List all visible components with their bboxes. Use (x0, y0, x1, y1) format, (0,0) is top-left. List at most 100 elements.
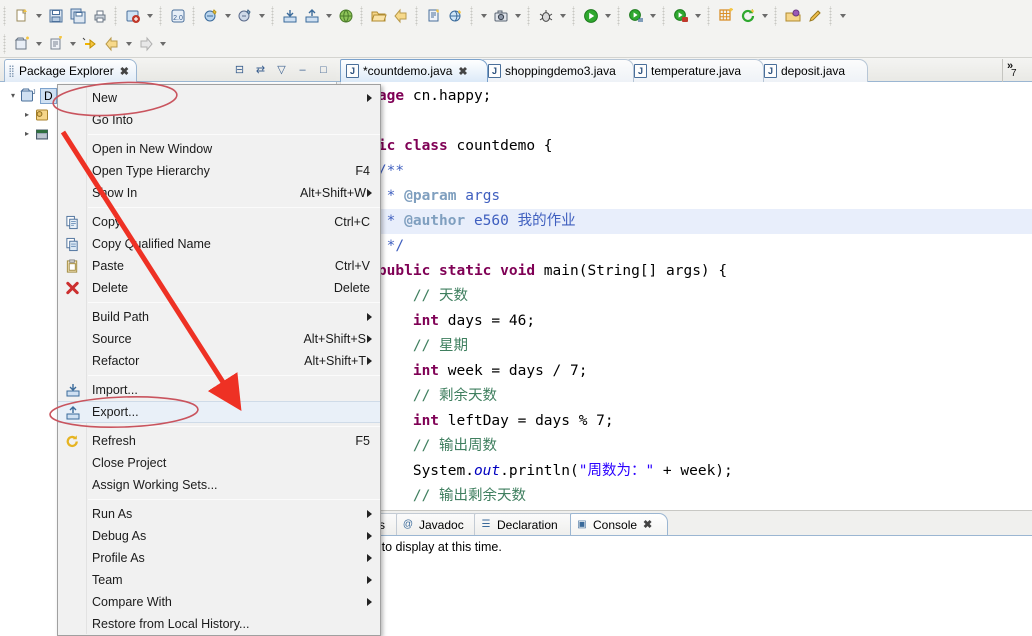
menu-item-delete[interactable]: DeleteDelete (58, 277, 380, 299)
menu-item-import[interactable]: Import... (58, 379, 380, 401)
new-report-button[interactable] (423, 5, 445, 27)
web-preview-dropdown[interactable] (478, 5, 490, 27)
menu-item-profile-as[interactable]: Profile As (58, 547, 380, 569)
new-ejb-button[interactable] (715, 5, 737, 27)
search-button[interactable] (804, 5, 826, 27)
bottom-tab-1[interactable]: @Javadoc (396, 513, 482, 535)
menu-item-copy-qualified-name[interactable]: Copy Qualified Name (58, 233, 380, 255)
code-line-11: int week = days / 7; (343, 359, 1032, 384)
back-dropdown[interactable] (123, 33, 135, 55)
editor-tab-1[interactable]: Jshoppingdemo3.java (482, 59, 634, 82)
minimize-icon[interactable]: – (294, 61, 311, 78)
close-icon[interactable]: ✖ (120, 65, 128, 78)
external-tools-dropdown[interactable] (67, 33, 79, 55)
menu-item-assign-working-sets[interactable]: Assign Working Sets... (58, 474, 380, 496)
view-menu-icon[interactable]: ▽ (273, 61, 290, 78)
debug-dropdown[interactable] (557, 5, 569, 27)
snapshot-dropdown[interactable] (512, 5, 524, 27)
menu-item-source[interactable]: SourceAlt+Shift+S (58, 328, 380, 350)
back-button[interactable] (101, 33, 123, 55)
close-icon[interactable]: ✖ (643, 518, 651, 531)
coverage-dropdown[interactable] (692, 5, 704, 27)
export-dropdown[interactable] (323, 5, 335, 27)
toolbar-drag-grip[interactable] (2, 6, 8, 26)
menu-item-show-in[interactable]: Show InAlt+Shift+W (58, 182, 380, 204)
new-interface-button[interactable] (234, 5, 256, 27)
code-line-15: System.out.println("周数为：" + week); (343, 459, 1032, 484)
menu-item-open-type-hierarchy[interactable]: Open Type HierarchyF4 (58, 160, 380, 182)
forward-button[interactable] (135, 33, 157, 55)
package-explorer-tab[interactable]: Package Explorer ✖ (4, 59, 137, 82)
new-class-dropdown[interactable] (222, 5, 234, 27)
run-history-dropdown[interactable] (647, 5, 659, 27)
menu-item-go-into[interactable]: Go Into (58, 109, 380, 131)
close-icon[interactable]: ✖ (458, 65, 466, 78)
editor-tab-3[interactable]: Jdeposit.java (758, 59, 868, 82)
coverage-button[interactable] (670, 5, 692, 27)
editor-tab-2[interactable]: Jtemperature.java (628, 59, 764, 82)
new-java-project-button[interactable] (11, 33, 33, 55)
import-button[interactable] (279, 5, 301, 27)
debug-button[interactable] (535, 5, 557, 27)
menu-item-build-path[interactable]: Build Path (58, 306, 380, 328)
refresh-server-dropdown[interactable] (759, 5, 771, 27)
menu-item-open-in-new-window[interactable]: Open in New Window (58, 138, 380, 160)
save-button[interactable] (45, 5, 67, 27)
new-wizard-button[interactable] (11, 5, 33, 27)
next-annotation-button[interactable] (79, 33, 101, 55)
open-perspective-button[interactable] (782, 5, 804, 27)
bottom-tab-3[interactable]: ▣Console✖ (570, 513, 668, 535)
run-button[interactable] (580, 5, 602, 27)
search-dropdown[interactable] (837, 5, 849, 27)
run-history-button[interactable] (625, 5, 647, 27)
run-last-tool-button[interactable] (390, 5, 412, 27)
project-context-menu[interactable]: NewGo Into Open in New WindowOpen Type Hi… (57, 84, 381, 636)
open-folder-button[interactable] (368, 5, 390, 27)
forward-dropdown[interactable] (157, 33, 169, 55)
menu-item-new[interactable]: New (58, 87, 380, 109)
editor-overflow-button[interactable]: » 7 (1002, 59, 1030, 82)
code-content[interactable]: package cn.happy; public class countdemo… (343, 84, 1032, 510)
web-preview-button[interactable] (445, 5, 467, 27)
link-with-editor-icon[interactable]: ⇄ (252, 61, 269, 78)
new-class-button[interactable] (200, 5, 222, 27)
bottom-tab-2[interactable]: ☰Declaration (474, 513, 578, 535)
package-explorer-tabbar: Package Explorer ✖ ⊟⇄▽–□ (0, 58, 336, 82)
new-wizard-dropdown[interactable] (33, 5, 45, 27)
tree-twisty-icon[interactable]: ▸ (20, 129, 34, 138)
menu-item-compare-with[interactable]: Compare With (58, 591, 380, 613)
print-button[interactable] (89, 5, 111, 27)
menu-item-close-project[interactable]: Close Project (58, 452, 380, 474)
new-java-project-dropdown[interactable] (33, 33, 45, 55)
refresh-server-button[interactable] (737, 5, 759, 27)
collapse-all-icon[interactable]: ⊟ (231, 61, 248, 78)
code-line-0: package cn.happy; (343, 84, 1032, 109)
menu-item-refactor[interactable]: RefactorAlt+Shift+T (58, 350, 380, 372)
new-java-package-button[interactable] (122, 5, 144, 27)
menu-item-paste[interactable]: PasteCtrl+V (58, 255, 380, 277)
menu-item-refresh[interactable]: RefreshF5 (58, 430, 380, 452)
menu-item-debug-as[interactable]: Debug As (58, 525, 380, 547)
menu-item-run-as[interactable]: Run As (58, 503, 380, 525)
new-java-package-dropdown[interactable] (144, 5, 156, 27)
menu-item-export[interactable]: Export... (58, 401, 380, 423)
run-dropdown[interactable] (602, 5, 614, 27)
open-task-button[interactable]: 2.0 (167, 5, 189, 27)
maximize-icon[interactable]: □ (315, 61, 332, 78)
open-browser-button[interactable] (335, 5, 357, 27)
tree-twisty-icon[interactable]: ▾ (6, 91, 20, 100)
external-tools-button[interactable] (45, 33, 67, 55)
new-interface-dropdown[interactable] (256, 5, 268, 27)
menu-item-restore-from-local-history[interactable]: Restore from Local History... (58, 613, 380, 635)
snapshot-button[interactable] (490, 5, 512, 27)
menu-item-team[interactable]: Team (58, 569, 380, 591)
editor-tab-0[interactable]: J*countdemo.java✖ (340, 59, 488, 82)
menu-item-label: Show In (92, 186, 137, 200)
menu-item-copy[interactable]: CopyCtrl+C (58, 211, 380, 233)
tree-twisty-icon[interactable]: ▸ (20, 110, 34, 119)
toolbar-drag-grip[interactable] (2, 34, 8, 54)
drag-grip-icon[interactable] (9, 65, 14, 78)
code-editor[interactable]: package cn.happy; public class countdemo… (336, 82, 1032, 510)
save-all-button[interactable] (67, 5, 89, 27)
export-button[interactable] (301, 5, 323, 27)
